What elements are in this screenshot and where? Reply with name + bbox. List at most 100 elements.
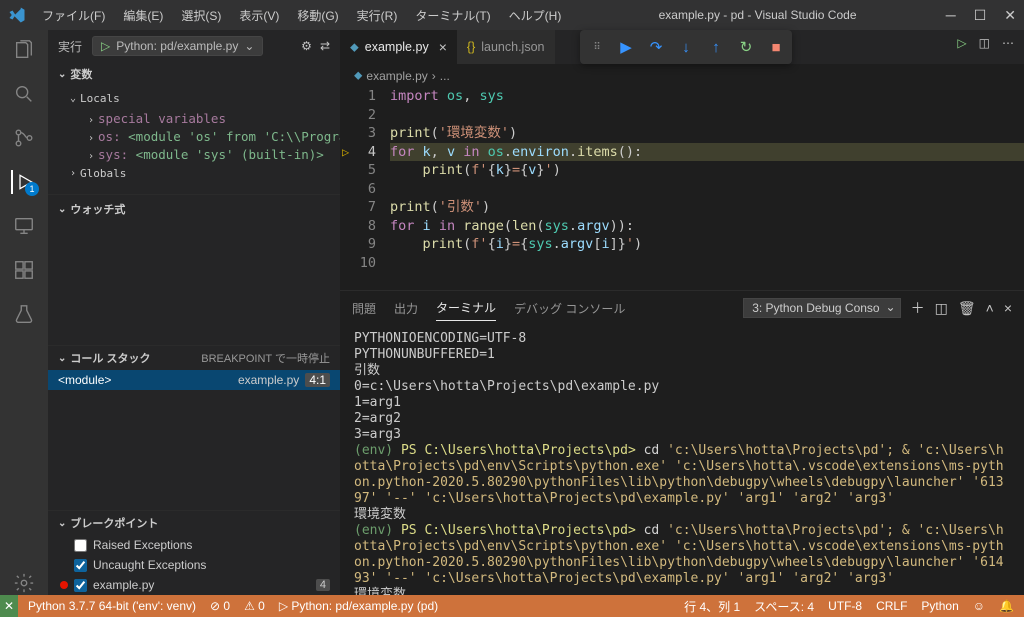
- bp-file[interactable]: example.py4: [48, 575, 340, 595]
- bp-line-badge: 4: [316, 579, 330, 591]
- feedback-icon[interactable]: ☺: [973, 599, 985, 613]
- close-icon[interactable]: ✕: [1004, 7, 1016, 24]
- callstack-frame[interactable]: <module> example.py 4:1: [48, 370, 340, 390]
- window-title: example.py - pd - Visual Studio Code: [569, 8, 945, 22]
- section-variables[interactable]: ⌄変数: [48, 62, 340, 86]
- editor-area: ⬥ example.py × {} launch.json ⠿ ▶ ↷ ↓ ↑ …: [340, 30, 1024, 595]
- activity-bar: 1: [0, 30, 48, 595]
- menu-selection[interactable]: 選択(S): [173, 3, 229, 28]
- status-language[interactable]: Python: [921, 599, 958, 613]
- section-watch[interactable]: ⌄ウォッチ式: [48, 194, 340, 221]
- panel-tab-output[interactable]: 出力: [394, 296, 418, 321]
- step-out-button[interactable]: ↑: [706, 37, 726, 57]
- test-icon[interactable]: [12, 302, 36, 326]
- status-encoding[interactable]: UTF-8: [828, 599, 862, 613]
- status-bar: ✕ Python 3.7.7 64-bit ('env': venv) ⊘ 0 …: [0, 595, 1024, 617]
- tab-launch-json[interactable]: {} launch.json: [457, 30, 555, 64]
- launch-config-label: Python: pd/example.py: [116, 39, 238, 53]
- titlebar: ファイル(F) 編集(E) 選択(S) 表示(V) 移動(G) 実行(R) ター…: [0, 0, 1024, 30]
- line-gutter: 123▷45678910: [340, 87, 390, 290]
- maximize-icon[interactable]: ☐: [974, 7, 987, 24]
- bp-raised-checkbox[interactable]: [74, 539, 87, 552]
- status-cursor-position[interactable]: 行 4、列 1: [684, 598, 740, 615]
- step-over-button[interactable]: ↷: [646, 37, 666, 57]
- tab-close-icon[interactable]: ×: [439, 39, 447, 55]
- settings-gear-icon[interactable]: [12, 571, 36, 595]
- chevron-down-icon: ⌄: [244, 39, 254, 53]
- var-special[interactable]: ›special variables: [48, 109, 340, 127]
- close-panel-icon[interactable]: ×: [1004, 300, 1012, 316]
- run-file-button[interactable]: ▷: [957, 36, 966, 50]
- panel-tab-debug-console[interactable]: デバッグ コンソール: [514, 296, 625, 321]
- menu-file[interactable]: ファイル(F): [34, 3, 113, 28]
- debug-sidebar: 実行 ▷ Python: pd/example.py ⌄ ⚙ ⇄ ⌄変数 ⌄Lo…: [48, 30, 340, 595]
- terminal-output[interactable]: PYTHONIOENCODING=UTF-8PYTHONUNBUFFERED=1…: [340, 325, 1024, 595]
- bp-uncaught-exceptions[interactable]: Uncaught Exceptions: [48, 555, 340, 575]
- explorer-icon[interactable]: [12, 38, 36, 62]
- ellipsis-icon[interactable]: ⇄: [320, 39, 330, 53]
- var-sys[interactable]: ›sys: <module 'sys' (built-in)>: [48, 145, 340, 163]
- split-editor-icon[interactable]: ◫: [979, 36, 990, 50]
- panel-tab-problems[interactable]: 問題: [352, 296, 376, 321]
- python-file-icon: ⬥: [354, 68, 362, 83]
- stop-button[interactable]: ■: [766, 37, 786, 57]
- menu-run[interactable]: 実行(R): [349, 3, 406, 28]
- drag-handle-icon[interactable]: ⠿: [586, 37, 606, 57]
- tab-label: launch.json: [481, 40, 544, 54]
- frame-name: <module>: [58, 373, 111, 387]
- step-into-button[interactable]: ↓: [676, 37, 696, 57]
- menu-edit[interactable]: 編集(E): [115, 3, 171, 28]
- search-icon[interactable]: [12, 82, 36, 106]
- status-warnings[interactable]: ⚠ 0: [244, 599, 265, 613]
- gear-icon[interactable]: ⚙: [301, 39, 312, 53]
- more-actions-icon[interactable]: ⋯: [1002, 36, 1014, 50]
- current-line-indicator-icon: ▷: [342, 143, 349, 162]
- section-callstack[interactable]: ⌄コール スタックBREAKPOINT で一時停止: [48, 345, 340, 370]
- extensions-icon[interactable]: [12, 258, 36, 282]
- tab-example-py[interactable]: ⬥ example.py ×: [340, 30, 457, 64]
- status-errors[interactable]: ⊘ 0: [210, 599, 230, 613]
- launch-config-dropdown[interactable]: ▷ Python: pd/example.py ⌄: [92, 36, 263, 56]
- section-breakpoints[interactable]: ⌄ブレークポイント: [48, 510, 340, 535]
- minimize-icon[interactable]: ─: [946, 7, 956, 24]
- bp-raised-exceptions[interactable]: Raised Exceptions: [48, 535, 340, 555]
- kill-terminal-icon[interactable]: 🗑: [958, 300, 976, 317]
- bp-uncaught-checkbox[interactable]: [74, 559, 87, 572]
- editor-actions: ▷ ◫ ⋯: [957, 36, 1014, 50]
- terminal-selector-dropdown[interactable]: 3: Python Debug Conso: [743, 298, 900, 318]
- menu-view[interactable]: 表示(V): [231, 3, 287, 28]
- debug-toolbar[interactable]: ⠿ ▶ ↷ ↓ ↑ ↻ ■: [580, 30, 792, 64]
- var-os[interactable]: ›os: <module 'os' from 'C:\\Program F…: [48, 127, 340, 145]
- breakpoint-dot-icon: [60, 581, 68, 589]
- menu-help[interactable]: ヘルプ(H): [501, 3, 570, 28]
- json-file-icon: {}: [467, 40, 475, 54]
- scope-globals[interactable]: ›Globals: [48, 163, 340, 184]
- split-terminal-icon[interactable]: ◫: [935, 300, 948, 317]
- status-eol[interactable]: CRLF: [876, 599, 907, 613]
- panel: 問題 出力 ターミナル デバッグ コンソール 3: Python Debug C…: [340, 290, 1024, 595]
- restart-button[interactable]: ↻: [736, 37, 756, 57]
- remote-indicator[interactable]: ✕: [0, 595, 18, 617]
- bp-file-checkbox[interactable]: [74, 579, 87, 592]
- menu-terminal[interactable]: ターミナル(T): [407, 3, 498, 28]
- new-terminal-icon[interactable]: ＋: [911, 298, 925, 318]
- menu-bar: ファイル(F) 編集(E) 選択(S) 表示(V) 移動(G) 実行(R) ター…: [34, 3, 569, 28]
- panel-tab-terminal[interactable]: ターミナル: [436, 295, 496, 321]
- maximize-panel-icon[interactable]: ˄: [986, 300, 994, 316]
- status-python-interpreter[interactable]: Python 3.7.7 64-bit ('env': venv): [28, 599, 196, 613]
- run-debug-icon[interactable]: 1: [11, 170, 35, 194]
- tab-label: example.py: [365, 40, 429, 54]
- frame-file: example.py: [238, 373, 299, 387]
- status-debug-target[interactable]: ▷ Python: pd/example.py (pd): [279, 599, 438, 613]
- play-icon: ▷: [101, 39, 110, 53]
- scm-icon[interactable]: [12, 126, 36, 150]
- continue-button[interactable]: ▶: [616, 37, 636, 57]
- vscode-logo-icon: [8, 6, 26, 24]
- code-editor[interactable]: 123▷45678910 import os, sys print('環境変数'…: [340, 87, 1024, 290]
- status-indentation[interactable]: スペース: 4: [754, 598, 814, 615]
- remote-icon[interactable]: [12, 214, 36, 238]
- notifications-icon[interactable]: 🔔: [999, 599, 1014, 613]
- menu-go[interactable]: 移動(G): [289, 3, 346, 28]
- scope-locals[interactable]: ⌄Locals: [48, 88, 340, 109]
- breadcrumb[interactable]: ⬥ example.py › ...: [340, 64, 1024, 87]
